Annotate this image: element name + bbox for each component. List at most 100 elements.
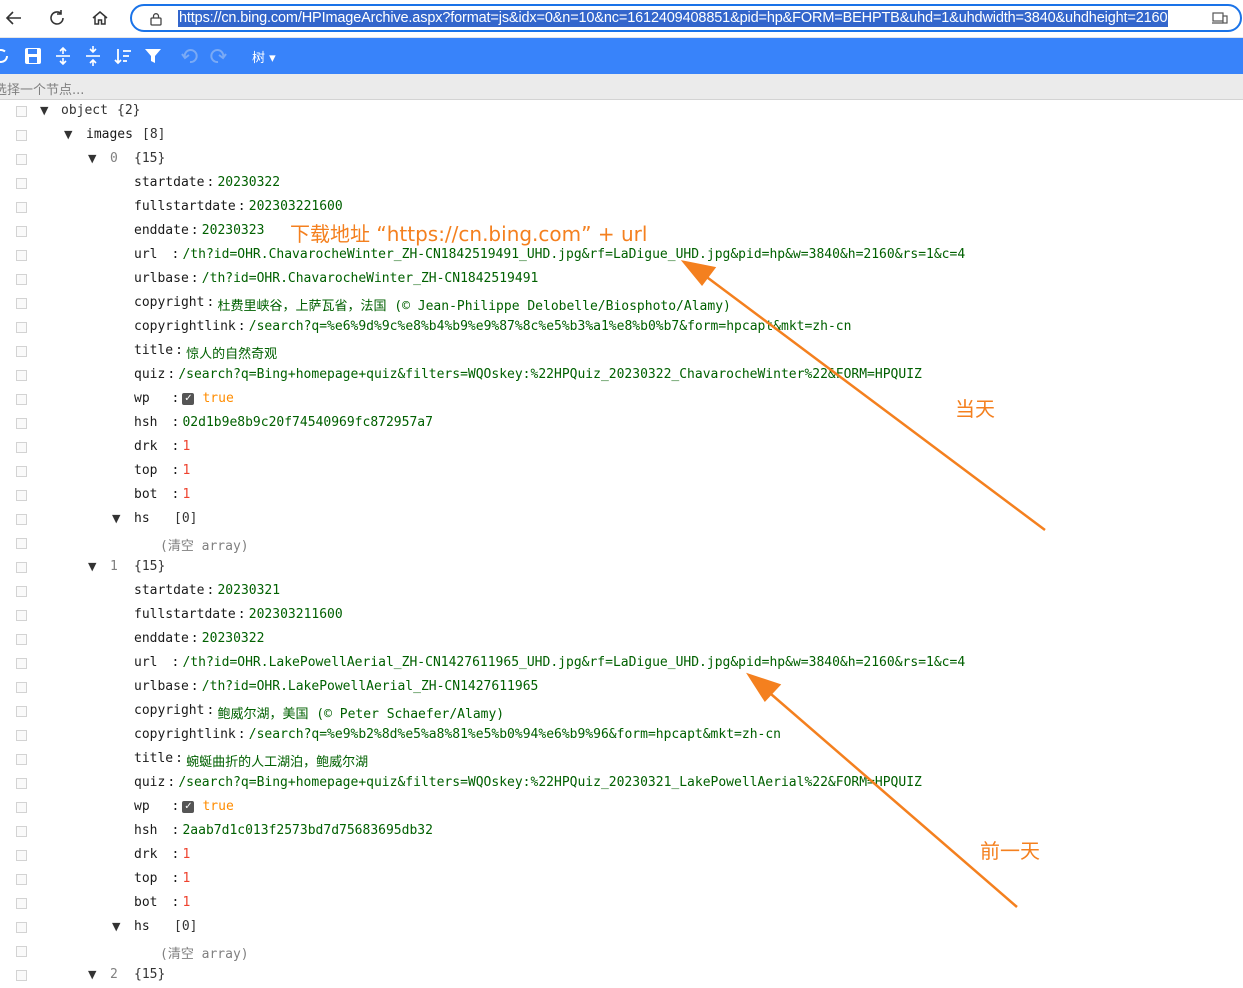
field-value[interactable]: 20230322 (217, 175, 280, 190)
expand-toggle-icon[interactable]: ▼ (88, 561, 100, 573)
field-value[interactable]: 惊人的自然奇观 (186, 343, 277, 362)
lock-icon[interactable] (149, 11, 163, 26)
drag-handle[interactable] (16, 658, 27, 669)
drag-handle[interactable] (16, 730, 27, 741)
field-key[interactable]: quiz (134, 775, 165, 790)
expand-toggle-icon[interactable]: ▼ (112, 921, 124, 933)
drag-handle[interactable] (16, 274, 27, 285)
drag-handle[interactable] (16, 202, 27, 213)
field-key[interactable]: hs (134, 511, 150, 526)
field-key[interactable]: copyright (134, 295, 204, 310)
field-value[interactable]: 202303221600 (249, 199, 343, 214)
field-key[interactable]: copyrightlink (134, 319, 236, 334)
collapse-all-icon[interactable] (82, 45, 104, 67)
drag-handle[interactable] (16, 754, 27, 765)
drag-handle[interactable] (16, 178, 27, 189)
checkbox-checked-icon[interactable]: ✓ (182, 393, 195, 405)
field-key[interactable]: bot (134, 487, 157, 502)
field-key[interactable]: top (134, 871, 157, 886)
url-text[interactable]: https://cn.bing.com/HPImageArchive.aspx?… (178, 10, 1169, 27)
drag-handle[interactable] (16, 922, 27, 933)
drag-handle[interactable] (16, 586, 27, 597)
drag-handle[interactable] (16, 850, 27, 861)
drag-handle[interactable] (16, 634, 27, 645)
field-key[interactable]: url (134, 655, 157, 670)
field-value[interactable]: 1 (182, 463, 190, 478)
field-key[interactable]: urlbase (134, 271, 189, 286)
refresh-icon[interactable] (43, 4, 71, 32)
field-value[interactable]: 20230323 (202, 223, 265, 238)
field-key[interactable]: fullstartdate (134, 607, 236, 622)
field-key[interactable]: images (86, 127, 133, 142)
field-value[interactable]: 2aab7d1c013f2573bd7d75683695db32 (182, 823, 432, 838)
undo-icon[interactable] (178, 45, 200, 67)
field-value[interactable]: 1 (182, 895, 190, 910)
expand-all-icon[interactable] (52, 45, 74, 67)
field-value[interactable]: 20230321 (217, 583, 280, 598)
drag-handle[interactable] (16, 106, 27, 117)
field-value[interactable]: true (202, 391, 233, 406)
field-key[interactable]: hsh (134, 823, 157, 838)
field-key[interactable]: urlbase (134, 679, 189, 694)
drag-handle[interactable] (16, 538, 27, 549)
drag-handle[interactable] (16, 970, 27, 981)
field-value[interactable]: 1 (182, 487, 190, 502)
field-value[interactable]: 20230322 (202, 631, 265, 646)
drag-handle[interactable] (16, 226, 27, 237)
drag-handle[interactable] (16, 898, 27, 909)
drag-handle[interactable] (16, 514, 27, 525)
expand-toggle-icon[interactable]: ▼ (88, 153, 100, 165)
field-value[interactable]: /th?id=OHR.ChavarocheWinter_ZH-CN1842519… (182, 247, 965, 262)
field-value[interactable]: /search?q=%e9%b2%8d%e5%a8%81%e5%b0%94%e6… (249, 727, 781, 742)
drag-handle[interactable] (16, 298, 27, 309)
field-key[interactable]: enddate (134, 223, 189, 238)
home-icon[interactable] (86, 4, 114, 32)
field-key[interactable]: fullstartdate (134, 199, 236, 214)
drag-handle[interactable] (16, 370, 27, 381)
field-value[interactable]: true (202, 799, 233, 814)
checkbox-checked-icon[interactable]: ✓ (182, 801, 195, 813)
drag-handle[interactable] (16, 778, 27, 789)
field-key[interactable]: hsh (134, 415, 157, 430)
field-key[interactable]: title (134, 343, 173, 358)
field-key[interactable]: startdate (134, 583, 204, 598)
drag-handle[interactable] (16, 826, 27, 837)
field-value[interactable]: 202303211600 (249, 607, 343, 622)
mode-selector[interactable]: 树 ▾ (252, 47, 276, 66)
field-value[interactable]: /th?id=OHR.LakePowellAerial_ZH-CN1427611… (202, 679, 539, 694)
expand-toggle-icon[interactable]: ▼ (64, 129, 76, 141)
field-value[interactable]: 1 (182, 871, 190, 886)
field-value[interactable]: 1 (182, 439, 190, 454)
field-key[interactable]: wp (134, 391, 150, 406)
field-value[interactable]: /th?id=OHR.LakePowellAerial_ZH-CN1427611… (182, 655, 965, 670)
drag-handle[interactable] (16, 562, 27, 573)
drag-handle[interactable] (16, 442, 27, 453)
redo-icon[interactable] (208, 45, 230, 67)
field-key[interactable]: enddate (134, 631, 189, 646)
field-value[interactable]: 蜿蜒曲折的人工湖泊，鲍威尔湖 (186, 751, 368, 770)
field-key[interactable]: title (134, 751, 173, 766)
sort-icon[interactable] (112, 45, 134, 67)
drag-handle[interactable] (16, 154, 27, 165)
drag-handle[interactable] (16, 394, 27, 405)
field-key[interactable]: url (134, 247, 157, 262)
field-key[interactable]: drk (134, 847, 157, 862)
drag-handle[interactable] (16, 346, 27, 357)
field-value[interactable]: /search?q=Bing+homepage+quiz&filters=WQO… (178, 367, 922, 382)
save-icon[interactable] (22, 45, 44, 67)
field-value[interactable]: /search?q=Bing+homepage+quiz&filters=WQO… (178, 775, 922, 790)
drag-handle[interactable] (16, 706, 27, 717)
drag-handle[interactable] (16, 802, 27, 813)
field-key[interactable]: copyright (134, 703, 204, 718)
drag-handle[interactable] (16, 250, 27, 261)
field-key[interactable]: wp (134, 799, 150, 814)
drag-handle[interactable] (16, 874, 27, 885)
drag-handle[interactable] (16, 610, 27, 621)
field-key[interactable]: startdate (134, 175, 204, 190)
expand-toggle-icon[interactable]: ▼ (88, 969, 100, 981)
field-value[interactable]: 1 (182, 847, 190, 862)
drag-handle[interactable] (16, 130, 27, 141)
device-icon[interactable] (1212, 11, 1228, 29)
drag-handle[interactable] (16, 490, 27, 501)
field-value[interactable]: /search?q=%e6%9d%9c%e8%b4%b9%e9%87%8c%e5… (249, 319, 852, 334)
